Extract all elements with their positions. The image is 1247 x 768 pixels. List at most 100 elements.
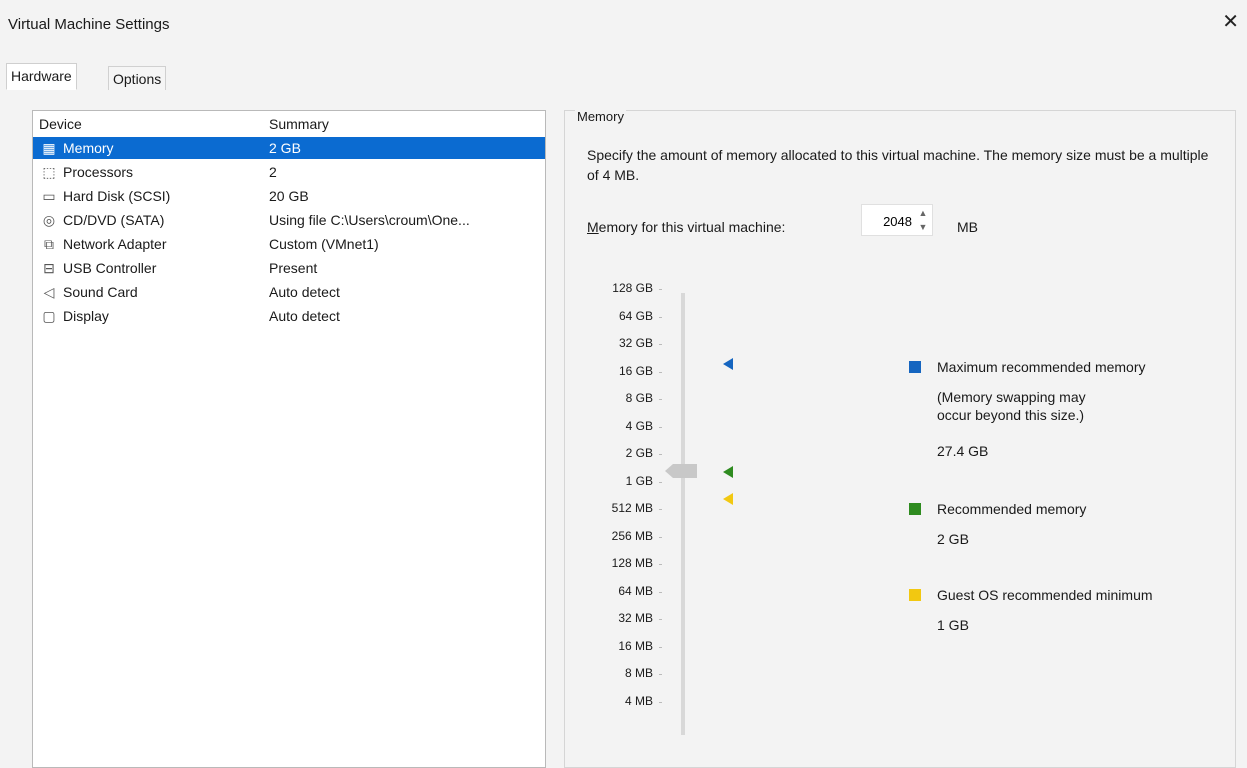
device-row-network-adapter[interactable]: ⧉ Network Adapter Custom (VMnet1) — [33, 233, 545, 255]
device-name: Network Adapter — [63, 236, 167, 252]
device-summary: 20 GB — [269, 188, 309, 204]
device-summary: Custom (VMnet1) — [269, 236, 379, 252]
summary-column-header[interactable]: Summary — [269, 116, 329, 132]
legend-recommended-label: Recommended memory — [937, 501, 1087, 517]
device-summary: Using file C:\Users\croum\One... — [269, 212, 470, 228]
device-name: USB Controller — [63, 260, 157, 276]
legend-guest-minimum-value: 1 GB — [937, 617, 969, 633]
scale-label: 1 GB — [625, 473, 653, 488]
device-summary: Present — [269, 260, 318, 276]
memory-field-label: Memory for this virtual machine: — [587, 219, 785, 235]
spin-up-icon[interactable]: ▲ — [916, 206, 930, 220]
memory-description: Specify the amount of memory allocated t… — [587, 147, 1209, 183]
device-row-cd-dvd-sata[interactable]: ◎ CD/DVD (SATA) Using file C:\Users\croum\… — [33, 209, 545, 231]
hardware-tab-content: Device Summary ▦ Memory 2 GB ⬚ Processors 2 ▭ H… — [0, 90, 1247, 768]
scale-tick — [659, 591, 662, 593]
scale-tick — [659, 564, 662, 565]
scale-label: 64 MB — [618, 583, 653, 598]
scale-label: 2 GB — [625, 446, 653, 460]
scale-label: 16 GB — [618, 363, 653, 378]
memory-slider-track[interactable] — [681, 293, 685, 735]
scale-tick — [659, 289, 662, 290]
memory-size-input[interactable] — [864, 209, 914, 233]
spin-down-icon[interactable]: ▼ — [916, 220, 930, 234]
tab-options[interactable]: Options — [108, 66, 167, 90]
scale-tick — [659, 646, 662, 648]
guest-minimum-marker-icon — [723, 493, 733, 505]
scale-tick — [659, 674, 662, 675]
scale-label: 32 MB — [618, 611, 653, 625]
memory-unit: MB — [957, 219, 978, 235]
scale-label: 32 GB — [618, 336, 653, 350]
legend-guest-minimum-label: Guest OS recommended minimum — [937, 587, 1153, 603]
scale-tick — [659, 481, 662, 483]
recommended-marker-icon — [723, 466, 733, 478]
hard-disk-icon: ▭ — [42, 188, 56, 204]
scale-tick — [659, 399, 662, 400]
scale-label: 8 GB — [625, 391, 653, 405]
green-square-icon — [909, 503, 921, 515]
device-summary: Auto detect — [269, 284, 340, 300]
memory-field-label-text: emory for this virtual machine: — [598, 219, 786, 235]
usb-controller-icon: ⊟ — [43, 260, 55, 276]
scale-label: 256 MB — [611, 528, 653, 543]
device-row-usb-controller[interactable]: ⊟ USB Controller Present — [33, 257, 545, 279]
scale-label: 512 MB — [611, 501, 653, 515]
sound-card-icon: ◁ — [43, 284, 55, 300]
scale-label: 128 GB — [612, 281, 653, 295]
scale-tick — [659, 371, 662, 373]
device-column-header[interactable]: Device — [39, 116, 82, 132]
title-bar: Virtual Machine Settings ✕ — [0, 0, 1247, 50]
device-name: CD/DVD (SATA) — [63, 212, 165, 228]
scale-label: 4 MB — [624, 693, 653, 708]
scale-label: 4 GB — [625, 418, 653, 433]
window-title: Virtual Machine Settings — [8, 16, 170, 33]
memory-field-label-accesskey: M — [587, 219, 599, 235]
scale-label: 16 MB — [618, 638, 653, 653]
memory-icon: ▦ — [42, 140, 56, 156]
device-row-hard-disk-scsi[interactable]: ▭ Hard Disk (SCSI) 20 GB — [33, 185, 545, 207]
device-list[interactable]: Device Summary ▦ Memory 2 GB ⬚ Processors 2 ▭ H… — [32, 110, 546, 768]
memory-spinner: ▲ ▼ — [861, 204, 933, 236]
memory-group: Memory Specify the amount of memory allo… — [564, 109, 1236, 768]
max-recommended-marker-icon — [723, 358, 733, 370]
memory-slider-thumb[interactable] — [665, 464, 697, 478]
device-name: Processors — [63, 164, 134, 180]
scale-tick — [659, 426, 662, 428]
close-icon[interactable]: ✕ — [1222, 12, 1239, 32]
scale-tick — [659, 344, 662, 345]
scale-tick — [659, 619, 662, 620]
scale-tick — [659, 536, 662, 538]
scale-label: 64 GB — [618, 308, 653, 323]
scale-tick — [659, 454, 662, 455]
device-summary: 2 GB — [269, 140, 301, 156]
device-name: Hard Disk (SCSI) — [63, 188, 171, 204]
device-list-header: Device Summary — [33, 116, 545, 136]
device-row-processors[interactable]: ⬚ Processors 2 — [33, 161, 545, 183]
cd-dvd-icon: ◎ — [42, 212, 56, 228]
tab-bar: Hardware Options — [0, 50, 1247, 91]
legend-max-label: Maximum recommended memory — [937, 359, 1146, 375]
scale-tick — [659, 316, 662, 318]
scale-tick — [659, 701, 662, 703]
scale-tick — [659, 509, 662, 510]
tab-hardware[interactable]: Hardware — [6, 63, 77, 90]
device-row-display[interactable]: ▢ Display Auto detect — [33, 305, 545, 327]
device-row-sound-card[interactable]: ◁ Sound Card Auto detect — [33, 281, 545, 303]
legend-max-note-2: occur beyond this size.) — [937, 407, 1085, 423]
memory-group-title: Memory — [575, 109, 626, 124]
legend-recommended-value: 2 GB — [937, 531, 969, 547]
device-name: Sound Card — [63, 284, 138, 300]
device-summary: 2 — [269, 164, 277, 180]
device-row-memory[interactable]: ▦ Memory 2 GB — [33, 137, 545, 159]
scale-label: 8 MB — [624, 666, 653, 680]
blue-square-icon — [909, 361, 921, 373]
device-name: Memory — [63, 140, 114, 156]
display-icon: ▢ — [42, 308, 56, 324]
network-adapter-icon: ⧉ — [44, 236, 54, 252]
legend-max-value: 27.4 GB — [937, 443, 989, 459]
yellow-square-icon — [909, 589, 921, 601]
legend-max-note-1: (Memory swapping may — [937, 389, 1086, 405]
processor-icon: ⬚ — [42, 164, 56, 180]
device-name: Display — [63, 308, 109, 324]
